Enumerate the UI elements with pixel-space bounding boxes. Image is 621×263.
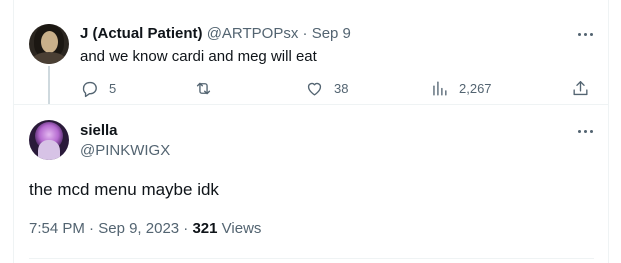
user-handle[interactable]: @PINKWIGX (80, 142, 170, 160)
reply-button[interactable]: 5 (80, 77, 116, 99)
repost-icon (196, 82, 211, 94)
like-button[interactable]: 38 (305, 77, 348, 99)
more-icon[interactable] (575, 28, 597, 42)
tweet-text: and we know cardi and meg will eat (80, 48, 317, 65)
avatar[interactable] (29, 120, 69, 160)
separator: · (183, 220, 189, 237)
separator: · (302, 25, 308, 42)
comment-icon (82, 81, 97, 97)
views-button[interactable]: 2,267 (430, 77, 492, 99)
display-name[interactable]: siella (80, 122, 118, 140)
tweet-date[interactable]: Sep 9 (312, 25, 351, 42)
tweet-header: J (Actual Patient) @ARTPOPsx · Sep 9 (80, 25, 351, 43)
heart-icon (307, 82, 322, 96)
tweet-divider (14, 104, 608, 105)
user-handle[interactable]: @ARTPOPsx (207, 25, 299, 42)
timeline-column: J (Actual Patient) @ARTPOPsx · Sep 9 and… (13, 0, 609, 263)
reply-count: 5 (109, 80, 117, 96)
tweet-actions-bar: 5 38 2,267 (14, 77, 608, 101)
views-label: Views (221, 220, 262, 237)
like-count: 38 (334, 80, 349, 96)
repost-button[interactable] (194, 77, 223, 99)
tweet-text: the mcd menu maybe idk (29, 180, 219, 199)
reply-tweet[interactable]: J (Actual Patient) @ARTPOPsx · Sep 9 and… (14, 0, 608, 104)
views-count: 321 (192, 220, 218, 237)
tweet-metadata: 7:54 PM · Sep 9, 2023 · 321 Views (29, 219, 261, 239)
separator: · (89, 220, 95, 237)
avatar[interactable] (29, 24, 69, 64)
display-name[interactable]: J (Actual Patient) (80, 25, 203, 42)
views-count: 2,267 (459, 80, 492, 96)
tweet-date[interactable]: Sep 9, 2023 (98, 220, 179, 237)
tweet-time[interactable]: 7:54 PM (29, 220, 85, 237)
section-divider (29, 258, 594, 259)
analytics-icon (433, 80, 447, 96)
more-icon[interactable] (575, 125, 597, 139)
share-icon (573, 80, 588, 95)
share-button[interactable] (571, 77, 590, 99)
